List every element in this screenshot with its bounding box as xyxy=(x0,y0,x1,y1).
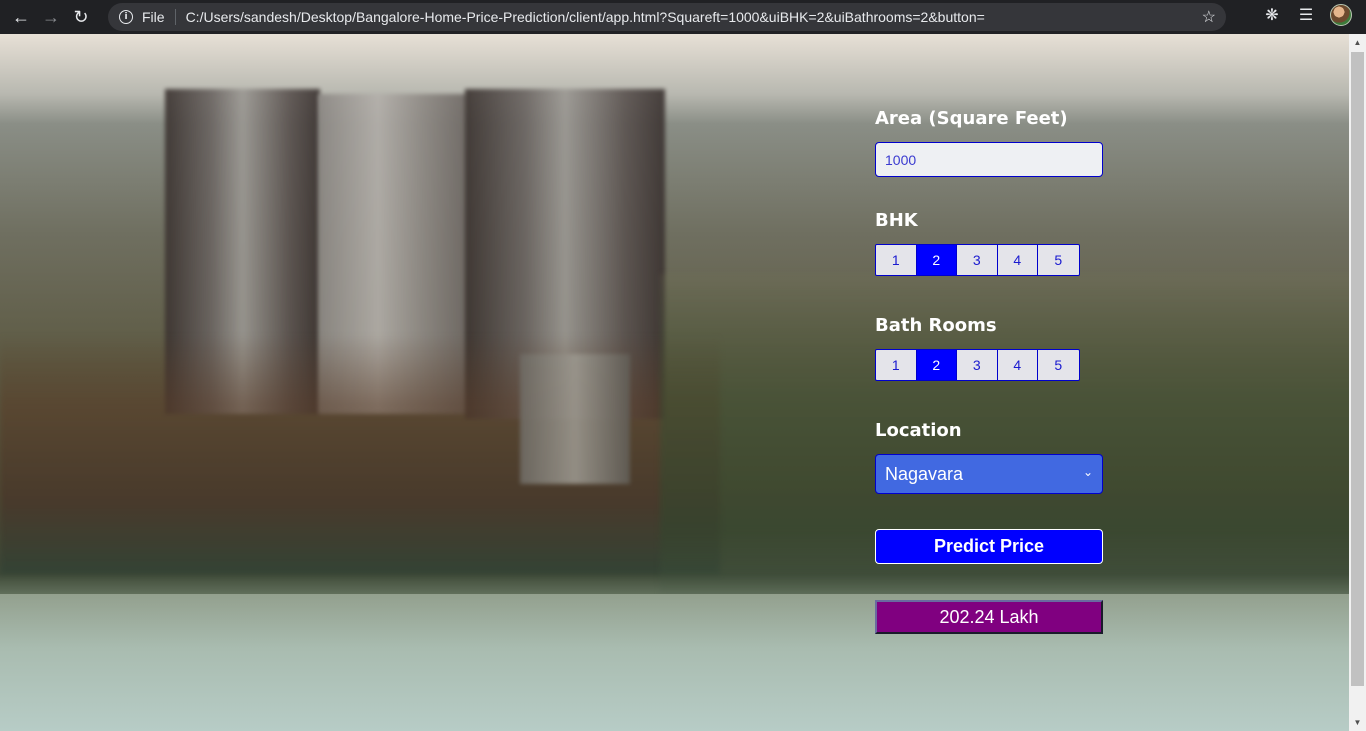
bhk-label: BHK xyxy=(875,210,918,231)
bhk-selector: 1 2 3 4 5 xyxy=(875,244,1080,276)
area-label: Area (Square Feet) xyxy=(875,108,1068,129)
profile-avatar[interactable] xyxy=(1330,4,1352,26)
address-bar[interactable]: i File C:/Users/sandesh/Desktop/Bangalor… xyxy=(108,3,1226,31)
bookmark-star-icon[interactable]: ☆ xyxy=(1202,7,1216,27)
background-building xyxy=(520,354,630,484)
vertical-scrollbar[interactable]: ▲ ▼ xyxy=(1349,34,1366,731)
bath-label: Bath Rooms xyxy=(875,315,997,336)
divider xyxy=(174,9,176,25)
predict-price-button[interactable]: Predict Price xyxy=(875,529,1103,564)
url-text[interactable]: C:/Users/sandesh/Desktop/Bangalore-Home-… xyxy=(186,9,985,25)
location-select[interactable]: Nagavara ⌄ xyxy=(875,454,1103,494)
bath-option-5[interactable]: 5 xyxy=(1038,350,1079,380)
scroll-down-icon[interactable]: ▼ xyxy=(1349,714,1366,731)
area-input[interactable]: 1000 xyxy=(875,142,1103,177)
background-water xyxy=(0,594,1366,731)
bath-option-3[interactable]: 3 xyxy=(957,350,998,380)
extensions-puzzle-icon[interactable]: ❋ xyxy=(1262,5,1282,25)
scroll-up-icon[interactable]: ▲ xyxy=(1349,34,1366,51)
extension-area: ❋ ☰ xyxy=(1262,4,1352,26)
reload-icon[interactable]: ↻ xyxy=(66,2,96,32)
bhk-option-5[interactable]: 5 xyxy=(1038,245,1079,275)
location-label: Location xyxy=(875,420,962,441)
media-playlist-icon[interactable]: ☰ xyxy=(1296,5,1316,25)
bhk-option-3[interactable]: 3 xyxy=(957,245,998,275)
info-icon[interactable]: i xyxy=(119,10,133,24)
bath-option-2[interactable]: 2 xyxy=(916,350,957,380)
bath-option-4[interactable]: 4 xyxy=(997,350,1038,380)
bhk-option-4[interactable]: 4 xyxy=(997,245,1038,275)
bath-option-1[interactable]: 1 xyxy=(876,350,917,380)
forward-arrow-icon[interactable]: → xyxy=(36,2,66,32)
browser-toolbar: ← → ↻ i File C:/Users/sandesh/Desktop/Ba… xyxy=(0,0,1366,34)
bath-selector: 1 2 3 4 5 xyxy=(875,349,1080,381)
location-value: Nagavara xyxy=(885,463,964,484)
back-arrow-icon[interactable]: ← xyxy=(6,2,36,32)
page-viewport: Area (Square Feet) 1000 BHK 1 2 3 4 5 Ba… xyxy=(0,34,1366,731)
scheme-label: File xyxy=(142,9,165,25)
bhk-option-1[interactable]: 1 xyxy=(876,245,917,275)
chevron-down-icon: ⌄ xyxy=(1082,465,1093,479)
predicted-price-output: 202.24 Lakh xyxy=(875,600,1103,634)
scroll-thumb[interactable] xyxy=(1351,52,1364,686)
bhk-option-2[interactable]: 2 xyxy=(916,245,957,275)
